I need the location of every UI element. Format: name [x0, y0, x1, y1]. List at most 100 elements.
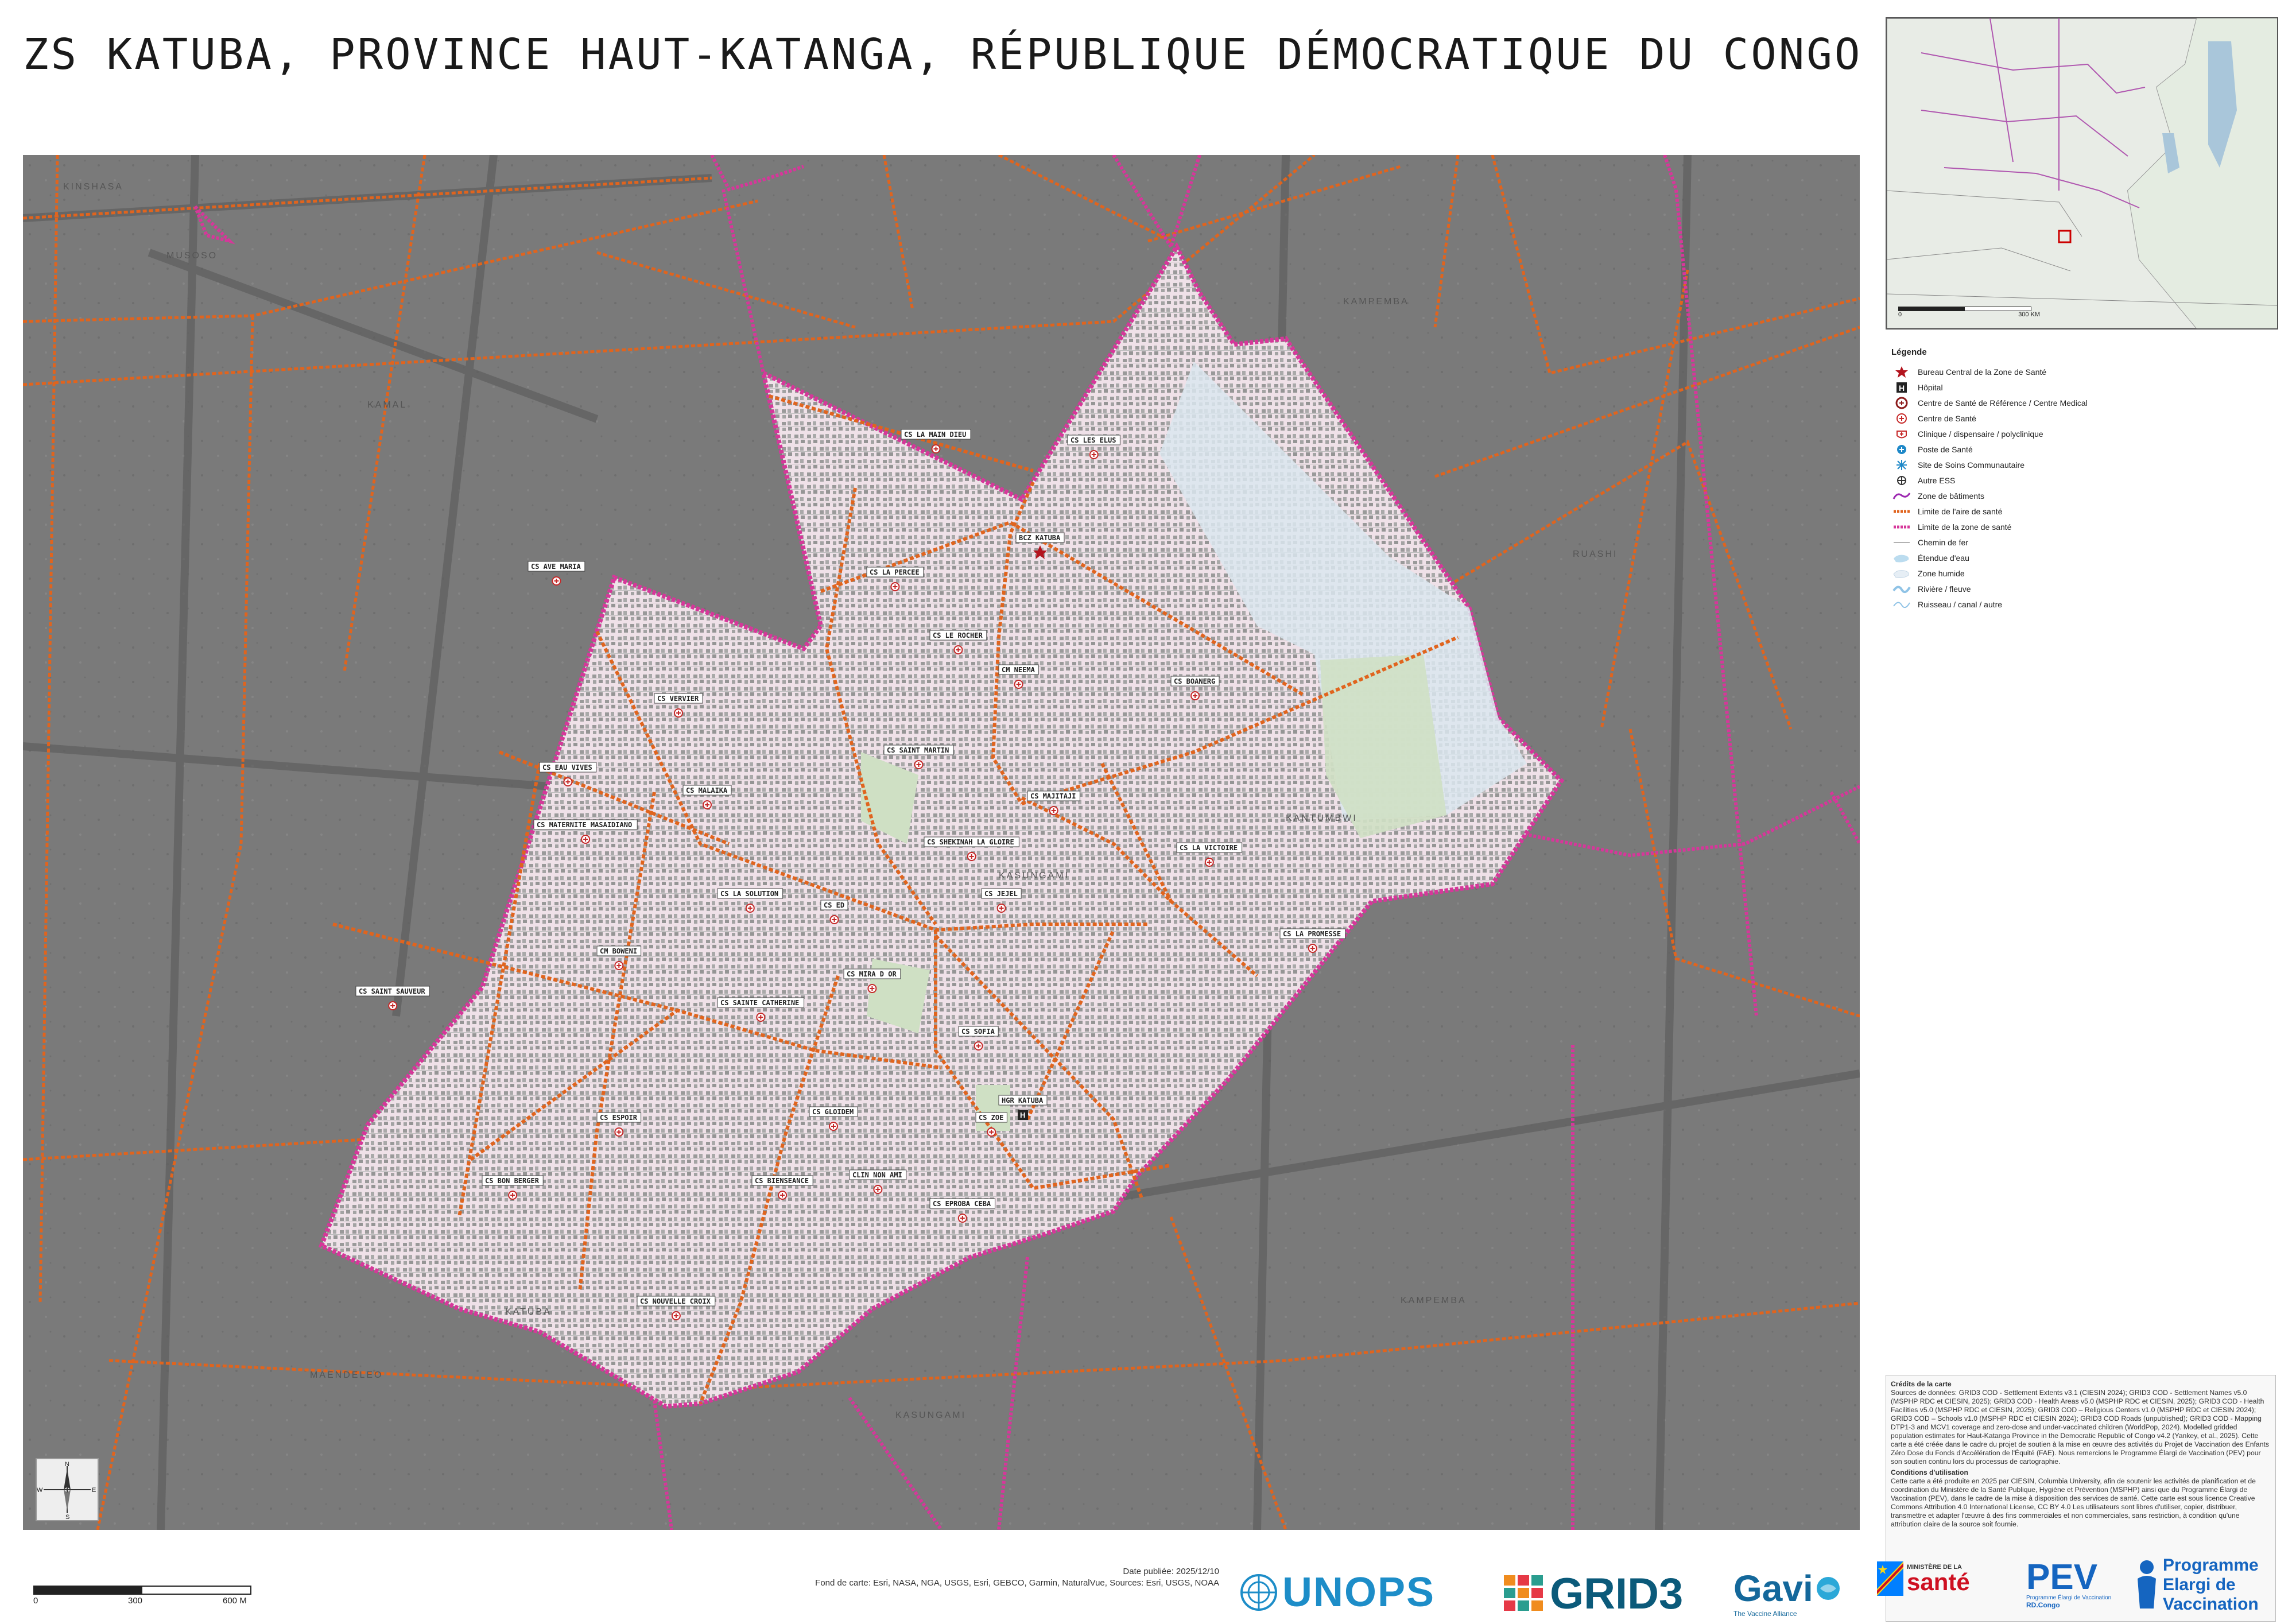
facility-label: CS SAINT MARTIN [887, 746, 949, 754]
legend-item: Clinique / dispensaire / polyclinique [1891, 426, 2270, 441]
facility-label: CS NOUVELLE CROIX [640, 1297, 711, 1305]
legend-item: Centre de Santé [1891, 410, 2270, 426]
road-label: MUSOSO [166, 251, 218, 261]
road-label: RUASHI [1573, 549, 1618, 559]
facility-label: CS BOANERG [1174, 677, 1215, 685]
gavi-tagline: The Vaccine Alliance [1733, 1610, 1797, 1618]
legend-item-label: Chemin de fer [1918, 537, 1968, 547]
svg-text:H: H [1020, 1111, 1025, 1119]
legend-item-label: Rivière / fleuve [1918, 584, 1971, 594]
facility-label: CS SOFIA [961, 1028, 995, 1036]
inset-canvas [1887, 18, 2277, 328]
scale-end: 600 M [223, 1596, 247, 1606]
un-emblem-icon [1240, 1574, 1277, 1611]
programme-logo: Programme Elargi de Vaccination [2135, 1556, 2259, 1614]
facility-label: CS EPROBA CEBA [933, 1200, 991, 1208]
legend-item-label: Site de Soins Communautaire [1918, 460, 2024, 470]
legend-item-label: Limite de la zone de santé [1918, 522, 2012, 532]
facility-label: CS ED [824, 901, 844, 909]
legend-item-label: Limite de l'aire de santé [1918, 506, 2003, 516]
legend-title: Légende [1891, 347, 1927, 357]
facility-label: CS LES ELUS [1071, 436, 1116, 444]
programme-line3: Vaccination [2163, 1595, 2259, 1614]
programme-line1: Programme [2163, 1556, 2259, 1575]
legend-item: H Hôpital [1891, 379, 2270, 395]
buildings-icon [1891, 490, 1912, 502]
pev-subtitle: Programme Élargi de Vaccination [2026, 1595, 2112, 1601]
facility-label: CS MATERNITE MASAIDIANO [537, 821, 632, 829]
clinic-icon [1891, 428, 1912, 440]
wet-icon [1891, 567, 1912, 580]
road-label: KINSHASA [63, 182, 123, 192]
road-label: KASUNGAMI [895, 1410, 966, 1420]
conditions-text: Cette carte a été produite en 2025 par C… [1891, 1477, 2256, 1528]
basemap-credit: Fond de carte: Esri, NASA, NGA, USGS, Es… [815, 1578, 1219, 1588]
ps-icon [1891, 443, 1912, 456]
legend-item: Étendue d'eau [1891, 550, 2270, 565]
grid3-mark-icon [1504, 1575, 1543, 1611]
road-label: KASUNGAMI [999, 871, 1069, 881]
credits-text: Sources de données: GRID3 COD - Settleme… [1891, 1389, 2269, 1466]
legend-item-label: Bureau Central de la Zone de Santé [1918, 367, 2047, 377]
water-icon [1891, 552, 1912, 564]
inset-scale: 0 300 KM [1898, 307, 2040, 318]
scale-mid: 300 [128, 1596, 143, 1606]
legend-item: Zone de bâtiments [1891, 488, 2270, 503]
legend-item: Poste de Santé [1891, 441, 2270, 457]
legend-item: Centre de Santé de Référence / Centre Me… [1891, 395, 2270, 410]
legend-item-label: Hôpital [1918, 382, 1943, 392]
star-icon [1891, 366, 1912, 378]
compass-rose-icon: N S E W [37, 1461, 96, 1521]
legend: Légende Bureau Central de la Zone de San… [1891, 347, 2270, 612]
facility-label: CS AVE MARIA [531, 563, 581, 571]
footer-text: Date publiée: 2025/12/10 Fond de carte: … [760, 1566, 1219, 1589]
zone-label: KATUBA [505, 1307, 552, 1317]
facility-label: CS EAU VIVES [542, 763, 592, 772]
facility-label: HGR KATUBA [1002, 1096, 1044, 1104]
compass-w: W [37, 1487, 43, 1494]
facility-label: BCZ KATUBA [1019, 534, 1061, 542]
facility-label: CM BOWENI [600, 947, 637, 955]
map-canvas: KATUBA KANTUMBWI KINSHASA KAMAL MUSOSO K… [23, 155, 1860, 1530]
facility-label: CS LA PERCEE [870, 568, 920, 576]
cs-icon [1891, 412, 1912, 425]
ministry-name: santé [1907, 1568, 1970, 1595]
compass: N S E W [36, 1458, 99, 1521]
road-label: KAMPEMBA [1401, 1296, 1467, 1305]
legend-item: Limite de la zone de santé [1891, 519, 2270, 534]
facility-label: CS BON BERGER [485, 1177, 540, 1185]
grid3-text: GRID3 [1550, 1569, 1684, 1618]
programme-line2: Elargi de [2163, 1575, 2236, 1594]
person-icon [2138, 1560, 2156, 1609]
legend-item-label: Centre de Santé [1918, 413, 1976, 423]
globe-icon [1816, 1577, 1840, 1600]
area-limit-icon [1891, 505, 1912, 518]
scale-start: 0 [33, 1596, 38, 1606]
main-map[interactable]: KATUBA KANTUMBWI KINSHASA KAMAL MUSOSO K… [23, 155, 1860, 1530]
road-label: KAMAL [367, 400, 407, 410]
facility-label: CS LA SOLUTION [720, 890, 778, 898]
inset-map[interactable]: 0 300 KM [1886, 17, 2278, 330]
gavi-logo: Gavi The Vaccine Alliance [1733, 1567, 1841, 1618]
publish-date: Date publiée: 2025/12/10 [1123, 1567, 1219, 1576]
road-label: MAENDELEO [310, 1370, 383, 1380]
legend-item: Zone humide [1891, 565, 2270, 581]
facility-label: CS SAINTE CATHERINE [720, 999, 799, 1007]
facility-label: CS MAJITAJI [1030, 792, 1076, 800]
facility-label: CS LE ROCHER [933, 631, 983, 639]
legend-item: Ruisseau / canal / autre [1891, 596, 2270, 612]
facility-label: CS ESPOIR [600, 1114, 638, 1122]
legend-item-label: Centre de Santé de Référence / Centre Me… [1918, 398, 2088, 408]
facility-label: CS LA VICTOIRE [1180, 844, 1238, 852]
csr-icon [1891, 397, 1912, 409]
pev-logo: PEV Programme Élargi de Vaccination RD.C… [2026, 1557, 2112, 1610]
legend-item-label: Zone de bâtiments [1918, 491, 1984, 501]
unops-text: UNOPS [1282, 1569, 1436, 1615]
legend-item-label: Étendue d'eau [1918, 553, 1969, 563]
legend-item: Bureau Central de la Zone de Santé [1891, 364, 2270, 379]
other-icon [1891, 474, 1912, 487]
facility-label: CS JEJEL [984, 890, 1018, 898]
legend-item: Limite de l'aire de santé [1891, 503, 2270, 519]
pev-text: PEV [2026, 1557, 2098, 1597]
river-icon [1891, 583, 1912, 595]
